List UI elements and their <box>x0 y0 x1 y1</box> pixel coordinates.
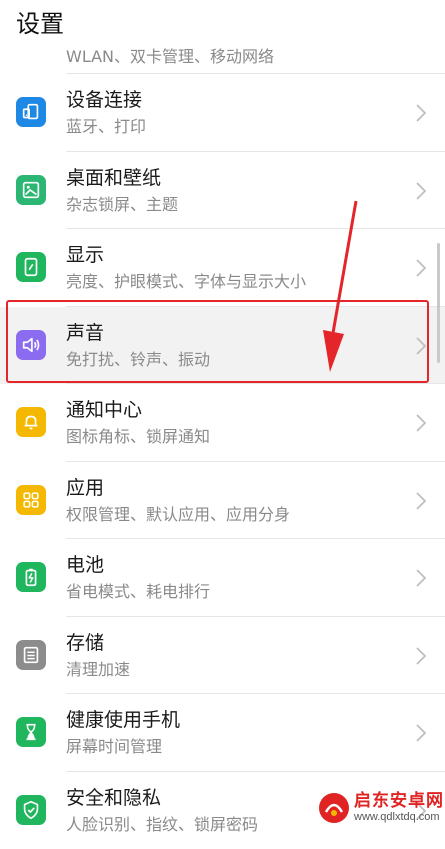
display-icon <box>16 252 46 282</box>
chevron-right-icon <box>415 102 427 124</box>
settings-item-device-connection[interactable]: 设备连接 蓝牙、打印 <box>0 74 445 152</box>
chevron-right-icon <box>415 257 427 279</box>
settings-item-display[interactable]: 显示 亮度、护眼模式、字体与显示大小 <box>0 229 445 307</box>
settings-item-subtitle: 亮度、护眼模式、字体与显示大小 <box>66 272 306 292</box>
chevron-right-icon <box>415 490 427 512</box>
settings-item-title: 设备连接 <box>66 88 142 112</box>
battery-icon <box>16 562 46 592</box>
watermark-title: 启东安卓网 <box>354 791 444 811</box>
page-title: 设置 <box>16 8 64 40</box>
settings-item-apps[interactable]: 应用 权限管理、默认应用、应用分身 <box>0 462 445 540</box>
settings-item-notification-center[interactable]: 通知中心 图标角标、锁屏通知 <box>0 384 445 462</box>
chevron-right-icon <box>415 335 427 357</box>
settings-list: 设备连接 蓝牙、打印 桌面和壁纸 杂志锁屏、主题 显示 亮度、护眼模式、字体与显… <box>0 74 445 849</box>
chevron-right-icon <box>415 412 427 434</box>
settings-item-subtitle: 清理加速 <box>66 660 130 680</box>
settings-item-subtitle: 权限管理、默认应用、应用分身 <box>66 505 290 525</box>
watermark-logo-icon <box>318 792 350 824</box>
settings-item-subtitle: 省电模式、耗电排行 <box>66 582 210 602</box>
settings-item-battery[interactable]: 电池 省电模式、耗电排行 <box>0 539 445 617</box>
settings-item-subtitle: 杂志锁屏、主题 <box>66 195 178 215</box>
settings-item-title: 安全和隐私 <box>66 786 161 810</box>
settings-item-title: 通知中心 <box>66 398 142 422</box>
settings-item-title: 电池 <box>66 553 104 577</box>
hourglass-icon <box>16 717 46 747</box>
settings-item-title: 声音 <box>66 321 104 345</box>
settings-item-title: 应用 <box>66 476 104 500</box>
settings-item-title: 桌面和壁纸 <box>66 166 161 190</box>
settings-item-digital-balance[interactable]: 健康使用手机 屏幕时间管理 <box>0 694 445 772</box>
settings-item-subtitle: 图标角标、锁屏通知 <box>66 427 210 447</box>
chevron-right-icon <box>415 722 427 744</box>
shield-icon <box>16 795 46 825</box>
wallpaper-icon <box>16 175 46 205</box>
settings-item-subtitle: 人脸识别、指纹、锁屏密码 <box>66 815 258 835</box>
chevron-right-icon <box>415 645 427 667</box>
storage-icon <box>16 640 46 670</box>
settings-item-home-wallpaper[interactable]: 桌面和壁纸 杂志锁屏、主题 <box>0 152 445 230</box>
device-connection-icon <box>16 97 46 127</box>
settings-item-subtitle: 屏幕时间管理 <box>66 737 162 757</box>
watermark-url: www.qdlxtdq.com <box>354 811 444 824</box>
settings-item-title: 显示 <box>66 243 104 267</box>
divider <box>66 73 445 74</box>
header: 设置 <box>0 0 445 46</box>
settings-item-subtitle: 免打扰、铃声、振动 <box>66 350 210 370</box>
settings-item-subtitle: WLAN、双卡管理、移动网络 <box>66 43 274 67</box>
settings-item-title: 存储 <box>66 631 104 655</box>
settings-item-sound[interactable]: 声音 免打扰、铃声、振动 <box>0 307 445 385</box>
settings-item-storage[interactable]: 存储 清理加速 <box>0 617 445 695</box>
watermark: 启东安卓网 www.qdlxtdq.com <box>318 791 444 824</box>
settings-item-title: 健康使用手机 <box>66 708 180 732</box>
chevron-right-icon <box>415 567 427 589</box>
bell-icon <box>16 407 46 437</box>
scrollbar[interactable] <box>437 243 440 363</box>
speaker-icon <box>16 330 46 360</box>
chevron-right-icon <box>415 180 427 202</box>
settings-item-subtitle: 蓝牙、打印 <box>66 117 146 137</box>
apps-grid-icon <box>16 485 46 515</box>
